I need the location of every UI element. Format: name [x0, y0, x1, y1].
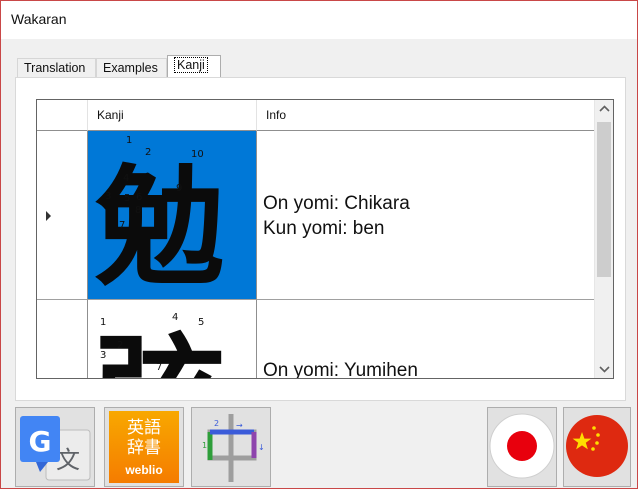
svg-text:→: → [236, 421, 243, 430]
title-bar: Wakaran [1, 1, 637, 39]
row-header[interactable] [37, 300, 88, 378]
kanji-cell[interactable]: 弦 1 2 3 4 5 7 [88, 300, 257, 378]
stroke-number: 10 [191, 149, 204, 160]
stroke-number: 9 [176, 183, 182, 194]
svg-text:G: G [29, 425, 52, 458]
stroke-order-icon: 2 1 ↓ → [202, 414, 265, 482]
scroll-down-button[interactable] [595, 360, 613, 378]
vertical-scrollbar[interactable] [594, 100, 613, 378]
tab-examples[interactable]: Examples [96, 58, 167, 78]
weblio-line2: 辞書 [127, 438, 161, 458]
stroke-number: 7 [156, 362, 162, 373]
stroke-number: 8 [135, 205, 141, 216]
table-row[interactable]: 弦 1 2 3 4 5 7 On yomi: Yumihen [37, 300, 595, 379]
kanji-stroke-image: 弦 1 2 3 4 5 7 [95, 312, 225, 378]
stroke-number: 4 [172, 312, 178, 323]
row-header[interactable] [37, 131, 88, 300]
info-text: On yomi: Yumihen [263, 358, 418, 379]
stroke-number: 4 [123, 173, 129, 184]
current-row-arrow-icon [46, 211, 51, 221]
tab-kanji-label: Kanji [174, 57, 208, 73]
japan-flag-icon [489, 413, 555, 479]
svg-text:1: 1 [202, 441, 207, 450]
on-yomi: On yomi: Yumihen [263, 360, 418, 379]
stroke-number: 1 [100, 317, 106, 328]
weblio-line1: 英語 [127, 418, 161, 438]
china-flag-icon [566, 415, 628, 477]
kanji-glyph: 勉 [95, 152, 225, 300]
stroke-number: 1 [126, 135, 132, 146]
kanji-stroke-image: 勉 1 2 3 4 5 6 7 8 9 10 [95, 135, 225, 300]
svg-text:2: 2 [214, 419, 219, 428]
stroke-number: 3 [100, 350, 106, 361]
app-window: Wakaran Translation Examples Kanji Kanji… [0, 0, 638, 489]
weblio-brand: weblio [125, 463, 163, 477]
scroll-up-button[interactable] [595, 100, 613, 118]
stroke-number: 7 [119, 220, 125, 231]
on-yomi: On yomi: Chikara [263, 193, 410, 214]
column-header-info[interactable]: Info [257, 100, 595, 131]
svg-text:↓: ↓ [258, 443, 265, 452]
kanji-cell[interactable]: 勉 1 2 3 4 5 6 7 8 9 10 [88, 131, 257, 300]
kun-yomi: Kun yomi: ben [263, 218, 385, 239]
info-cell[interactable]: On yomi: Yumihen [257, 300, 595, 379]
row-header-corner[interactable] [37, 100, 88, 131]
japanese-button[interactable] [487, 407, 557, 487]
stroke-number: 2 [145, 147, 151, 158]
weblio-dictionary-button[interactable]: 英語 辞書 weblio [104, 407, 184, 487]
stroke-number: 6 [136, 192, 142, 203]
kanji-tab-panel: Kanji Info 勉 1 2 3 4 5 6 7 8 9 10 On yom… [15, 77, 626, 401]
weblio-dictionary-icon: 英語 辞書 weblio [109, 411, 179, 483]
scrollbar-thumb[interactable] [597, 122, 611, 277]
column-header-kanji[interactable]: Kanji [88, 100, 257, 131]
chevron-down-icon [599, 366, 610, 373]
chinese-button[interactable] [563, 407, 631, 487]
stroke-order-button[interactable]: 2 1 ↓ → [191, 407, 271, 487]
stroke-number: 3 [105, 191, 111, 202]
tab-kanji[interactable]: Kanji [167, 55, 221, 78]
google-translate-icon: 文 G [20, 416, 91, 481]
info-text: On yomi: Chikara Kun yomi: ben [263, 191, 410, 241]
stroke-number: 2 [117, 340, 123, 351]
table-row[interactable]: 勉 1 2 3 4 5 6 7 8 9 10 On yomi: Chikara … [37, 131, 595, 300]
google-translate-button[interactable]: 文 G [15, 407, 95, 487]
window-title: Wakaran [11, 11, 67, 27]
tab-translation[interactable]: Translation [17, 58, 96, 78]
kanji-grid[interactable]: Kanji Info 勉 1 2 3 4 5 6 7 8 9 10 On yom… [36, 99, 614, 379]
info-cell[interactable]: On yomi: Chikara Kun yomi: ben [257, 131, 595, 300]
chevron-up-icon [599, 105, 610, 112]
stroke-number: 5 [124, 193, 130, 204]
stroke-number: 5 [198, 317, 204, 328]
